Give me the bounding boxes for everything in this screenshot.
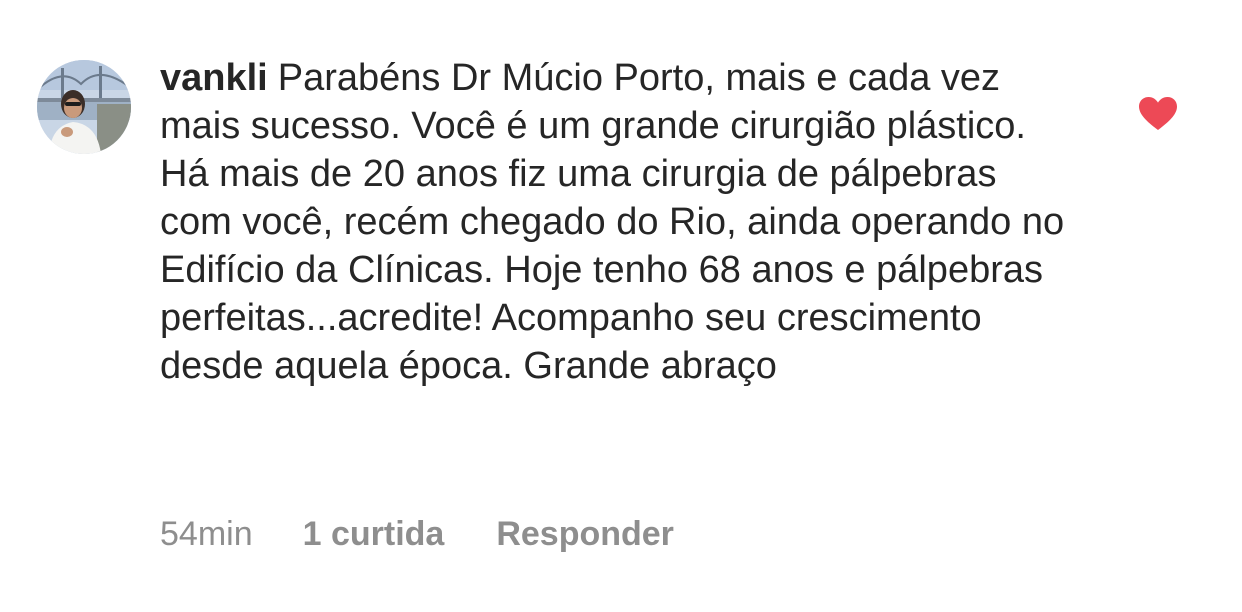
comment-meta: 54min 1 curtida Responder [160,512,674,556]
heart-icon [1139,97,1177,130]
timestamp: 54min [160,514,253,553]
avatar-photo [37,60,131,154]
likes-count-link[interactable]: 1 curtida [303,515,445,554]
like-button[interactable] [1138,96,1178,132]
comment-body: vankli Parabéns Dr Múcio Porto, mais e ca… [160,54,1070,390]
avatar[interactable] [37,60,131,154]
comment-item: vankli Parabéns Dr Múcio Porto, mais e ca… [0,0,1242,612]
username-link[interactable]: vankli [160,57,268,99]
reply-button[interactable]: Responder [496,515,674,554]
comment-text: Parabéns Dr Múcio Porto, mais e cada vez… [160,57,1065,387]
